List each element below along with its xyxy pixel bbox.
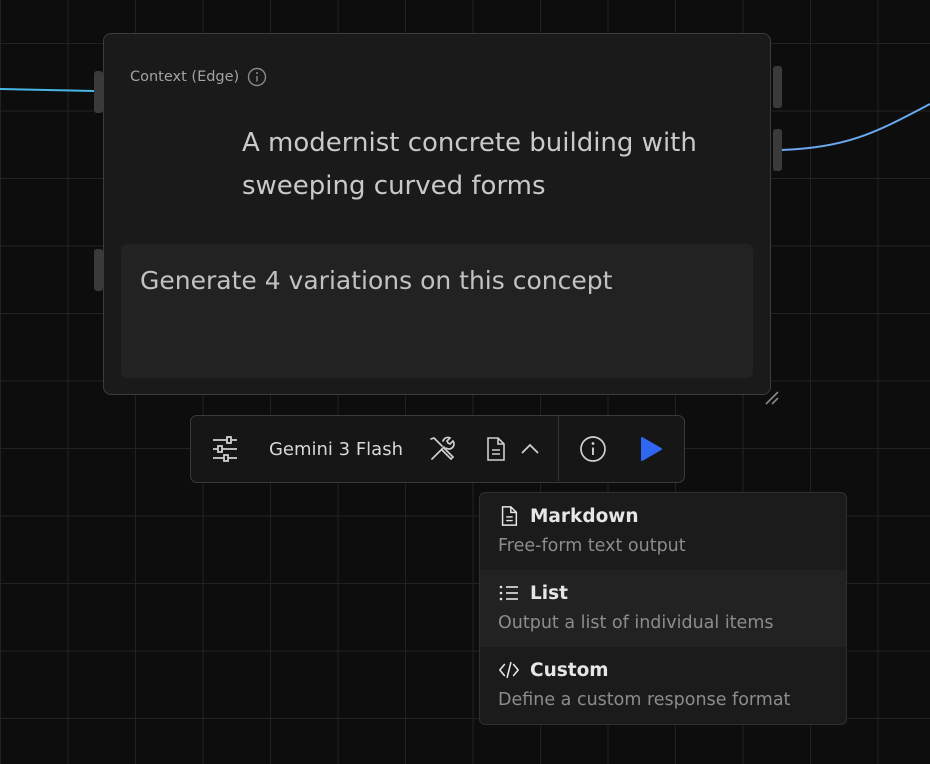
context-label-text: Context (Edge) bbox=[130, 69, 240, 85]
format-option-title: Markdown bbox=[530, 505, 639, 527]
input-handle-top[interactable] bbox=[94, 71, 103, 113]
list-icon bbox=[499, 585, 518, 601]
play-icon bbox=[641, 437, 662, 461]
tools-icon bbox=[430, 436, 455, 461]
format-option-list[interactable]: List Output a list of individual items bbox=[480, 570, 846, 647]
context-text: A modernist concrete building with sweep… bbox=[242, 128, 697, 201]
format-option-custom[interactable]: Custom Define a custom response format bbox=[480, 647, 846, 724]
format-option-title: Custom bbox=[530, 659, 609, 681]
output-handle-bottom[interactable] bbox=[773, 129, 782, 171]
output-handle-top[interactable] bbox=[773, 66, 782, 108]
prompt-input[interactable]: Generate 4 variations on this concept bbox=[121, 244, 753, 378]
format-option-markdown[interactable]: Markdown Free-form text output bbox=[480, 493, 846, 570]
output-format-menu: Markdown Free-form text output List Outp… bbox=[479, 492, 847, 725]
tools-button[interactable] bbox=[425, 433, 459, 465]
document-icon bbox=[501, 506, 518, 526]
code-icon bbox=[499, 661, 519, 679]
output-format-button[interactable] bbox=[483, 433, 543, 465]
format-option-description: Free-form text output bbox=[498, 536, 686, 556]
info-icon bbox=[580, 436, 606, 462]
info-icon[interactable] bbox=[247, 67, 267, 87]
chevron-up-icon bbox=[521, 443, 539, 454]
document-icon bbox=[487, 437, 505, 461]
run-button[interactable] bbox=[633, 433, 667, 465]
node-toolbar: Gemini 3 Flash bbox=[190, 415, 685, 483]
toolbar-divider bbox=[558, 416, 559, 481]
format-option-title: List bbox=[530, 582, 568, 604]
format-option-description: Output a list of individual items bbox=[498, 613, 774, 633]
sliders-icon bbox=[213, 436, 237, 462]
outgoing-edge bbox=[780, 103, 930, 151]
input-handle-bottom[interactable] bbox=[94, 249, 103, 291]
model-label: Gemini 3 Flash bbox=[268, 438, 404, 460]
settings-button[interactable] bbox=[207, 433, 243, 465]
info-button[interactable] bbox=[576, 433, 610, 465]
model-selector[interactable]: Gemini 3 Flash bbox=[261, 433, 411, 465]
context-label: Context (Edge) bbox=[130, 67, 267, 87]
format-option-description: Define a custom response format bbox=[498, 690, 791, 710]
prompt-node[interactable]: Context (Edge) A modernist concrete buil… bbox=[103, 33, 771, 395]
incoming-edge bbox=[0, 88, 95, 92]
prompt-text: Generate 4 variations on this concept bbox=[140, 266, 613, 295]
resize-grip-icon[interactable] bbox=[762, 388, 782, 408]
